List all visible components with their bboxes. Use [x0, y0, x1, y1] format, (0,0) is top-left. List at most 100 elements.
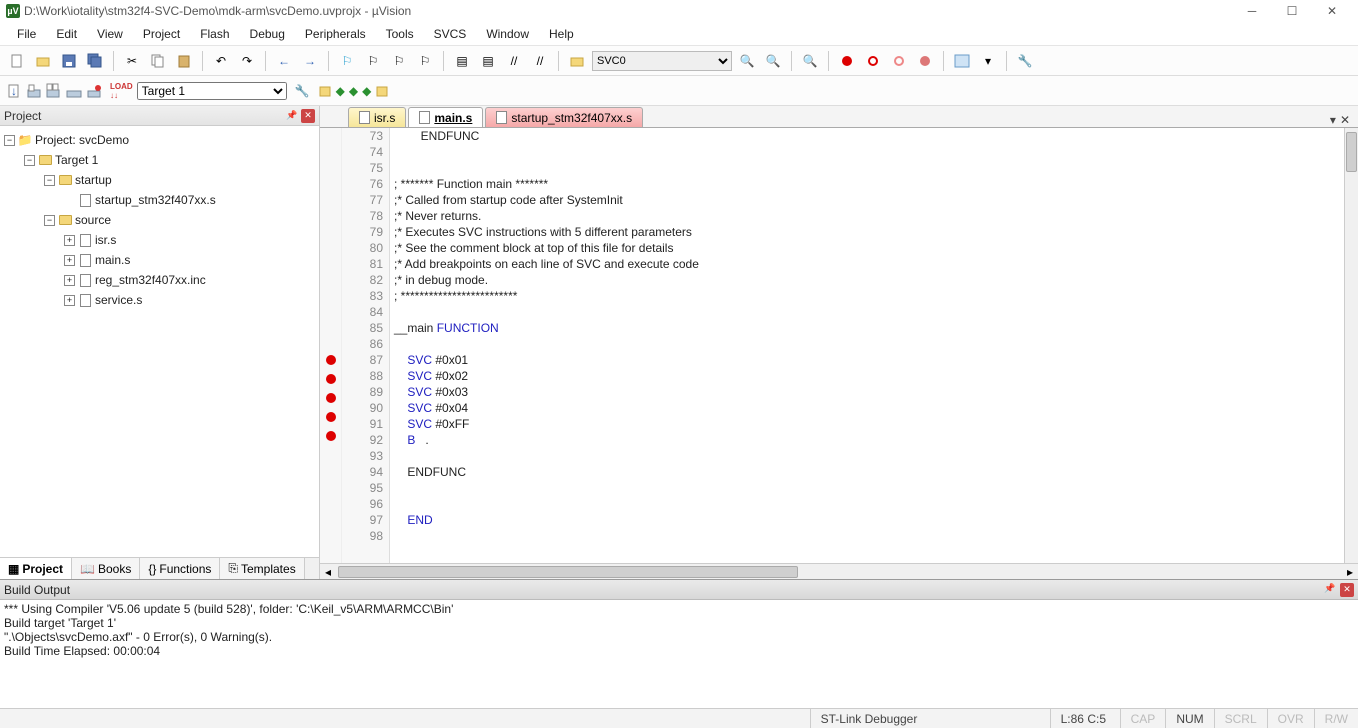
build-output-content[interactable]: *** Using Compiler 'V5.06 update 5 (buil… [0, 600, 1358, 708]
code-line[interactable]: __main FUNCTION [390, 320, 1344, 336]
manage-layers-button[interactable] [375, 84, 389, 98]
collapse-icon[interactable]: − [24, 155, 35, 166]
breakpoint-disable-button[interactable] [888, 50, 910, 72]
code-line[interactable]: ENDFUNC [390, 128, 1344, 144]
project-tab-books[interactable]: 📖Books [72, 558, 140, 579]
minimize-button[interactable]: ─ [1232, 0, 1272, 22]
code-line[interactable]: ; ******* Function main ******* [390, 176, 1344, 192]
bookmark-clear-button[interactable]: ⚐ [414, 50, 436, 72]
save-button[interactable] [58, 50, 80, 72]
pack-installer-button[interactable]: ◆ [362, 84, 371, 98]
bookmark-button[interactable]: ⚐ [336, 50, 358, 72]
code-line[interactable] [390, 448, 1344, 464]
breakpoint-marker[interactable] [326, 374, 336, 384]
project-tab-project[interactable]: ▦Project [0, 558, 72, 579]
panel-close-button[interactable]: ✕ [301, 109, 315, 123]
tree-file[interactable]: +isr.s [0, 230, 319, 250]
tree-group-startup[interactable]: − startup [0, 170, 319, 190]
breakpoint-marker[interactable] [326, 412, 336, 422]
editor-tab[interactable]: isr.s [348, 107, 406, 127]
code-line[interactable]: ;* See the comment block at top of this … [390, 240, 1344, 256]
code-line[interactable] [390, 336, 1344, 352]
target-options-button[interactable]: 🔧 [295, 84, 310, 98]
panel-close-button[interactable]: ✕ [1340, 583, 1354, 597]
code-line[interactable]: SVC #0x02 [390, 368, 1344, 384]
window-layout-button[interactable] [951, 50, 973, 72]
close-button[interactable]: ✕ [1312, 0, 1352, 22]
tree-file[interactable]: +service.s [0, 290, 319, 310]
find-combo[interactable]: SVC0 [592, 51, 732, 71]
editor-tab[interactable]: main.s [408, 107, 483, 127]
menu-tools[interactable]: Tools [377, 24, 423, 44]
file-ext-button[interactable] [318, 84, 332, 98]
horizontal-scrollbar[interactable]: ◂ ▸ [320, 563, 1358, 579]
code-line[interactable]: B . [390, 432, 1344, 448]
project-tab-templates[interactable]: ⎘Templates [220, 558, 304, 579]
code-line[interactable]: ; ************************* [390, 288, 1344, 304]
build-button[interactable] [26, 83, 42, 99]
tab-list-dropdown[interactable]: ▾ [1330, 113, 1336, 127]
code-line[interactable]: SVC #0x03 [390, 384, 1344, 400]
layout-dropdown-button[interactable]: ▾ [977, 50, 999, 72]
find-in-files-button[interactable] [566, 50, 588, 72]
expand-icon[interactable]: + [64, 235, 75, 246]
tree-file[interactable]: startup_stm32f407xx.s [0, 190, 319, 210]
code-line[interactable] [390, 144, 1344, 160]
code-line[interactable] [390, 304, 1344, 320]
copy-button[interactable] [147, 50, 169, 72]
menu-debug[interactable]: Debug [241, 24, 294, 44]
breakpoint-marker[interactable] [326, 355, 336, 365]
code-line[interactable]: ;* Called from startup code after System… [390, 192, 1344, 208]
code-line[interactable]: ENDFUNC [390, 464, 1344, 480]
menu-project[interactable]: Project [134, 24, 189, 44]
code-line[interactable]: SVC #0x01 [390, 352, 1344, 368]
expand-icon[interactable]: + [64, 275, 75, 286]
comment-button[interactable]: // [503, 50, 525, 72]
paste-button[interactable] [173, 50, 195, 72]
find-button[interactable]: 🔍 [736, 50, 758, 72]
menu-peripherals[interactable]: Peripherals [296, 24, 375, 44]
breakpoint-kill-button[interactable] [914, 50, 936, 72]
tree-file[interactable]: +reg_stm32f407xx.inc [0, 270, 319, 290]
incremental-find-button[interactable]: 🔍 [762, 50, 784, 72]
bookmark-next-button[interactable]: ⚐ [388, 50, 410, 72]
menu-window[interactable]: Window [477, 24, 538, 44]
tree-root[interactable]: − 📁 Project: svcDemo [0, 130, 319, 150]
vertical-scrollbar[interactable] [1344, 128, 1358, 563]
menu-view[interactable]: View [88, 24, 132, 44]
manage-rte-button[interactable]: ◆ [336, 84, 345, 98]
code-line[interactable] [390, 528, 1344, 544]
target-select[interactable]: Target 1 [137, 82, 287, 100]
pin-icon[interactable]: 📌 [1324, 583, 1338, 597]
collapse-icon[interactable]: − [4, 135, 15, 146]
cut-button[interactable]: ✂ [121, 50, 143, 72]
configure-button[interactable]: 🔧 [1014, 50, 1036, 72]
menu-flash[interactable]: Flash [191, 24, 238, 44]
nav-fwd-button[interactable]: → [299, 50, 321, 72]
download-button[interactable]: LOAD↓↓ [110, 82, 133, 100]
nav-back-button[interactable]: ← [273, 50, 295, 72]
new-file-button[interactable] [6, 50, 28, 72]
pin-icon[interactable]: 📌 [285, 109, 299, 123]
tree-file[interactable]: +main.s [0, 250, 319, 270]
code-line[interactable]: ;* in debug mode. [390, 272, 1344, 288]
batch-build-button[interactable] [66, 83, 82, 99]
undo-button[interactable]: ↶ [210, 50, 232, 72]
code-line[interactable] [390, 160, 1344, 176]
editor-tab[interactable]: startup_stm32f407xx.s [485, 107, 643, 127]
code-line[interactable]: ;* Never returns. [390, 208, 1344, 224]
breakpoint-marker[interactable] [326, 431, 336, 441]
menu-file[interactable]: File [8, 24, 45, 44]
breakpoint-marker[interactable] [326, 393, 336, 403]
code-line[interactable]: ;* Executes SVC instructions with 5 diff… [390, 224, 1344, 240]
collapse-icon[interactable]: − [44, 215, 55, 226]
code-line[interactable] [390, 496, 1344, 512]
select-pack-button[interactable]: ◆ [349, 84, 358, 98]
rebuild-button[interactable] [46, 83, 62, 99]
code-line[interactable]: END [390, 512, 1344, 528]
editor-content[interactable]: 7374757677787980818283848586878889909192… [320, 128, 1358, 563]
expand-icon[interactable]: + [64, 255, 75, 266]
open-file-button[interactable] [32, 50, 54, 72]
breakpoint-insert-button[interactable] [836, 50, 858, 72]
uncomment-button[interactable]: // [529, 50, 551, 72]
